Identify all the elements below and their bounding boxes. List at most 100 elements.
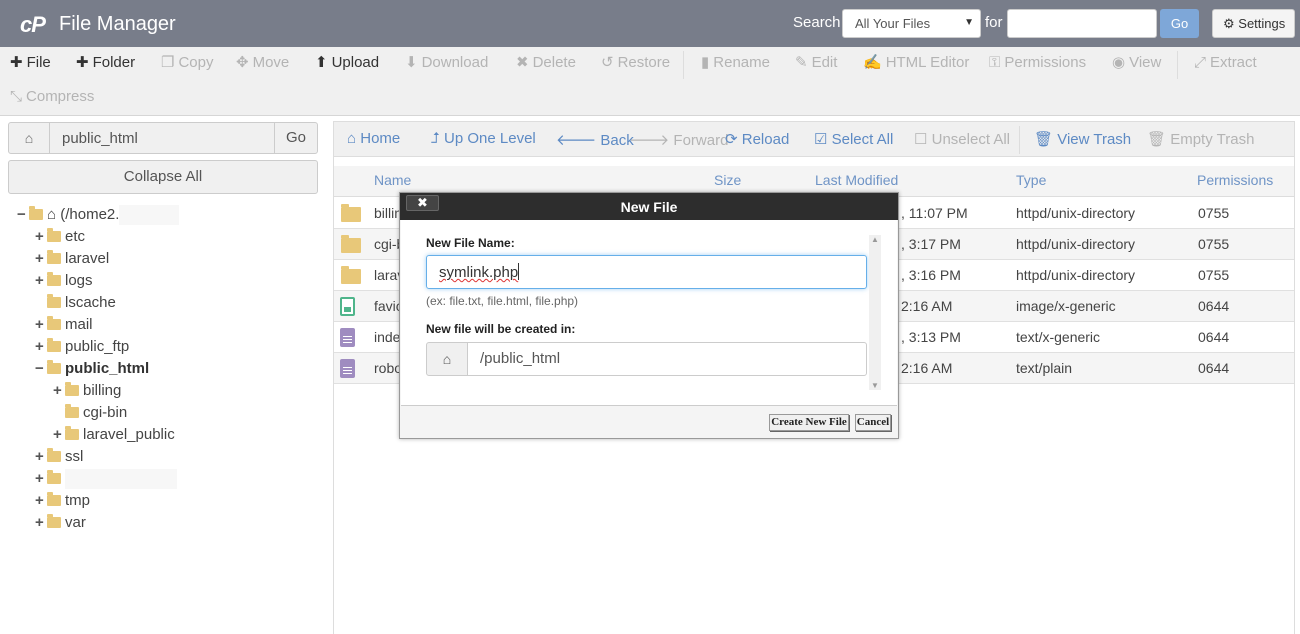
nav-home-button[interactable]: ⌂ Home	[347, 130, 400, 147]
folder-icon	[47, 272, 61, 286]
nav-up-one-level-button[interactable]: ⮥ Up One Level	[431, 130, 536, 147]
column-header-permissions[interactable]: Permissions	[1197, 172, 1273, 188]
file-permissions: 0755	[1198, 205, 1230, 221]
file-modified: , 11:07 PM	[901, 205, 968, 221]
tree-node-etc[interactable]: + etc	[35, 226, 85, 248]
key-icon: ⚿	[989, 54, 1001, 71]
toolbar-extract-button[interactable]: ⤢ Extract	[1194, 48, 1257, 78]
tree-node-redacted[interactable]: +	[35, 468, 177, 490]
nav-back-button[interactable]: 🡐 Back	[556, 130, 634, 149]
expand-toggle[interactable]: +	[53, 380, 65, 402]
navigation-bar: ⌂ Home ⮥ Up One Level 🡐 Back 🡒 Forward ⟳…	[333, 121, 1295, 157]
redacted-area	[119, 205, 180, 226]
column-header-size[interactable]: Size	[714, 172, 741, 188]
toolbar-rename-button[interactable]: ▮ Rename	[701, 48, 770, 78]
column-header-name[interactable]: Name	[374, 172, 411, 188]
tree-node-billing[interactable]: + billing	[53, 380, 121, 402]
expand-toggle[interactable]: +	[35, 336, 47, 358]
checkbox-empty-icon: ☐	[914, 131, 932, 148]
toolbar-delete-button[interactable]: ✖ Delete	[516, 48, 576, 78]
folder-icon	[47, 294, 61, 308]
expand-toggle[interactable]: +	[35, 446, 47, 468]
expand-toggle[interactable]: +	[35, 270, 47, 292]
cancel-button[interactable]: Cancel	[855, 414, 891, 431]
file-name: inde	[374, 329, 401, 345]
collapse-toggle[interactable]: −	[35, 358, 47, 380]
folder-icon	[341, 235, 361, 253]
tree-node-mail[interactable]: + mail	[35, 314, 93, 336]
nav-reload-button[interactable]: ⟳ Reload	[725, 130, 789, 148]
nav-select-all-button[interactable]: ☑ Select All	[814, 130, 893, 148]
expand-toggle[interactable]: +	[35, 226, 47, 248]
nav-view-trash-button[interactable]: 🗑 View Trash	[1034, 130, 1131, 148]
toolbar-html-editor-button[interactable]: ✍ HTML Editor	[863, 48, 969, 78]
nav-empty-trash-button[interactable]: 🗑 Empty Trash	[1147, 130, 1254, 148]
expand-toggle[interactable]: +	[53, 424, 65, 446]
search-scope-value: All Your Files	[855, 16, 931, 31]
file-type: httpd/unix-directory	[1016, 236, 1136, 252]
tree-node-home[interactable]: − ⌂ (/home2.	[17, 204, 180, 226]
search-input[interactable]	[1007, 9, 1157, 38]
tree-node-ssl[interactable]: + ssl	[35, 446, 83, 468]
file-permissions: 0644	[1198, 298, 1230, 314]
settings-label: Settings	[1238, 16, 1286, 31]
toolbar-restore-button[interactable]: ↺ Restore	[601, 48, 670, 78]
toolbar-upload-button[interactable]: ⬆ Upload	[315, 48, 379, 78]
column-header-modified[interactable]: Last Modified	[815, 172, 898, 188]
collapse-toggle[interactable]: −	[17, 204, 29, 226]
undo-icon: ↺	[601, 54, 614, 71]
expand-toggle[interactable]: +	[35, 248, 47, 270]
expand-toggle[interactable]: +	[35, 490, 47, 512]
level-up-icon: ⮥	[431, 130, 445, 147]
expand-icon: ⤢	[1194, 54, 1207, 71]
folder-icon	[47, 228, 61, 242]
path-input[interactable]: public_html	[49, 122, 275, 154]
toolbar-copy-button[interactable]: ❐ Copy	[161, 48, 213, 78]
text-cursor	[518, 263, 520, 280]
location-input[interactable]: /public_html	[467, 342, 867, 376]
tree-node-laravel-public[interactable]: + laravel_public	[53, 424, 175, 446]
collapse-all-button[interactable]: Collapse All	[8, 160, 318, 194]
home-icon: ⌂	[442, 351, 452, 367]
nav-forward-button[interactable]: 🡒 Forward	[629, 130, 728, 149]
expand-toggle[interactable]: +	[35, 314, 47, 336]
toolbar-compress-button[interactable]: ⤡ Compress	[10, 82, 94, 112]
tree-node-public-ftp[interactable]: + public_ftp	[35, 336, 129, 358]
tree-node-public-html[interactable]: − public_html	[35, 358, 149, 380]
chevron-down-icon: ▼	[964, 17, 974, 28]
scroll-up-icon[interactable]: ▲	[871, 235, 879, 244]
expand-toggle[interactable]: +	[35, 512, 47, 534]
expand-toggle[interactable]: +	[35, 468, 47, 490]
settings-button[interactable]: ⚙ Settings	[1212, 9, 1295, 38]
search-label: Search	[793, 14, 841, 31]
create-new-file-button[interactable]: Create New File	[769, 414, 849, 431]
toolbar-new-file-button[interactable]: ✚ File	[10, 48, 51, 78]
tree-node-var[interactable]: + var	[35, 512, 86, 534]
folder-open-icon	[47, 360, 61, 374]
tree-node-logs[interactable]: + logs	[35, 270, 93, 292]
toolbar-download-button[interactable]: ⬇ Download	[405, 48, 488, 78]
toolbar-view-button[interactable]: ◉ View	[1112, 48, 1161, 78]
toolbar-permissions-button[interactable]: ⚿ Permissions	[989, 48, 1086, 78]
toolbar-move-button[interactable]: ✥ Move	[236, 48, 289, 78]
folder-icon	[47, 514, 61, 528]
tree-node-tmp[interactable]: + tmp	[35, 490, 90, 512]
search-go-button[interactable]: Go	[1160, 9, 1199, 38]
new-file-name-input[interactable]: symlink.php	[426, 255, 867, 289]
path-home-button[interactable]: ⌂	[8, 122, 50, 154]
tree-node-cgi-bin[interactable]: cgi-bin	[53, 402, 127, 424]
copy-icon: ❐	[161, 54, 175, 71]
scroll-down-icon[interactable]: ▼	[871, 381, 879, 390]
search-scope-select[interactable]: All Your Files ▼	[842, 9, 981, 38]
tree-node-lscache[interactable]: lscache	[35, 292, 116, 314]
dialog-scrollbar[interactable]: ▲ ▼	[869, 235, 881, 390]
column-header-type[interactable]: Type	[1016, 172, 1046, 188]
toolbar-new-folder-button[interactable]: ✚ Folder	[76, 48, 135, 78]
file-permissions: 0644	[1198, 360, 1230, 376]
folder-icon	[47, 250, 61, 264]
tree-node-laravel[interactable]: + laravel	[35, 248, 109, 270]
toolbar-edit-button[interactable]: ✎ Edit	[795, 48, 837, 78]
home-icon: ⌂	[47, 206, 61, 223]
nav-unselect-all-button[interactable]: ☐ Unselect All	[914, 130, 1010, 148]
path-go-button[interactable]: Go	[274, 122, 318, 154]
